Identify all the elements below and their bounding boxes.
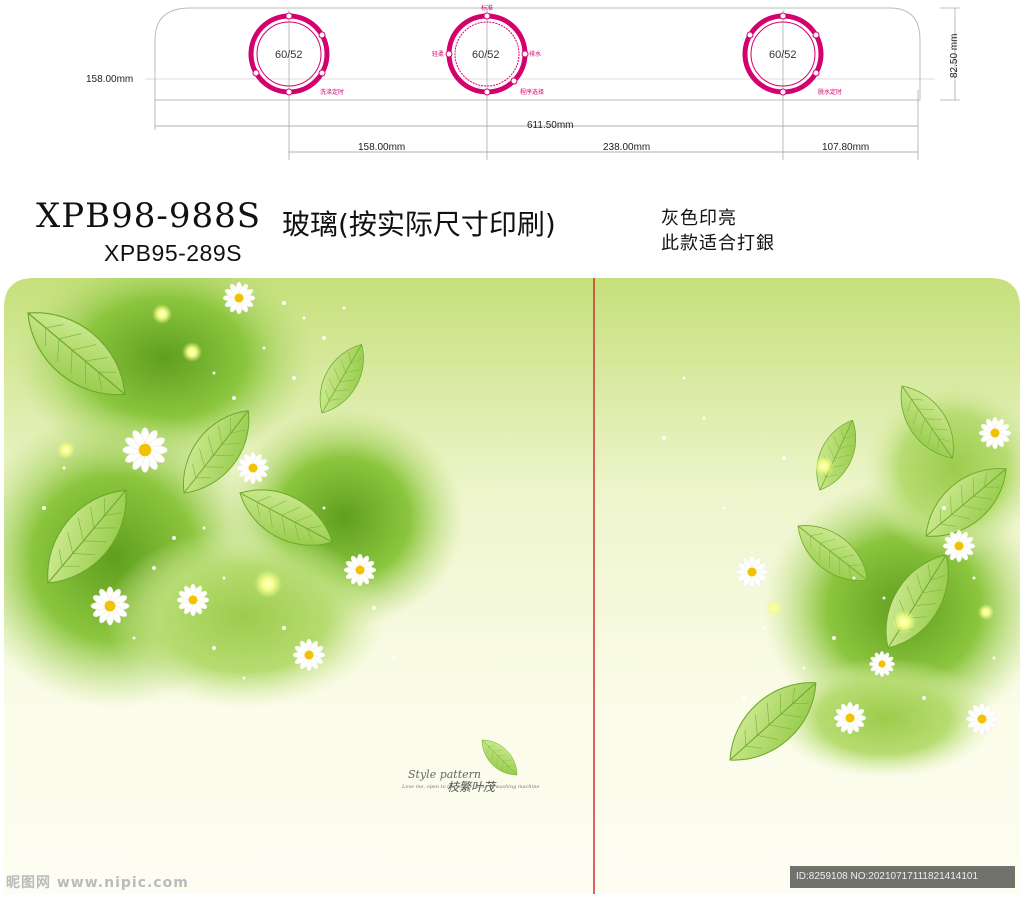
- knob3-value: 60/52: [769, 49, 797, 61]
- dim-panel-height: 82.50 mm: [949, 34, 960, 78]
- knob1-label: 洗涤定时: [320, 88, 344, 96]
- knob2-label-right: 排水: [529, 50, 541, 58]
- glass-panel-artwork: [4, 278, 1020, 894]
- knob1-value: 60/52: [275, 49, 303, 61]
- dim-total-width: 611.50mm: [527, 120, 574, 131]
- dim-left-height: 158.00mm: [86, 74, 133, 85]
- model-primary: XPB98-988S: [36, 196, 262, 236]
- print-note-title: 玻璃(按实际尺寸印刷): [282, 208, 556, 241]
- note-color: 灰色印亮: [661, 208, 737, 229]
- knob2-label-bottom: 程序选择: [520, 88, 544, 96]
- dim-seg3: 107.80mm: [822, 142, 869, 153]
- note-usage: 此款适合打銀: [661, 233, 775, 254]
- dim-seg1: 158.00mm: [358, 142, 405, 153]
- knob2-label-left: 轻柔: [432, 50, 444, 58]
- knob-wash-timer: 60/52 洗涤定时: [248, 12, 344, 96]
- knob2-value: 60/52: [472, 49, 500, 61]
- model-secondary: XPB95-289S: [104, 240, 242, 266]
- technical-drawing: 158.00mm 611.50mm 158.00mm 238.00mm 107.…: [86, 4, 960, 160]
- brand-tagline: Love me, open to the world / Lots of was…: [402, 784, 540, 790]
- knob-spin-timer: 60/52 脱水定时: [742, 12, 842, 96]
- knob3-label: 脱水定时: [818, 88, 842, 96]
- image-id-bar: ID:8259108 NO:20210717111821414101: [790, 866, 1015, 888]
- dim-seg2: 238.00mm: [603, 142, 650, 153]
- watermark-site: 昵图网 www.nipic.com: [6, 875, 189, 891]
- knob-program-select: 60/52 标准 轻柔 排水 程序选择: [432, 4, 544, 96]
- knob2-label-top: 标准: [481, 4, 493, 12]
